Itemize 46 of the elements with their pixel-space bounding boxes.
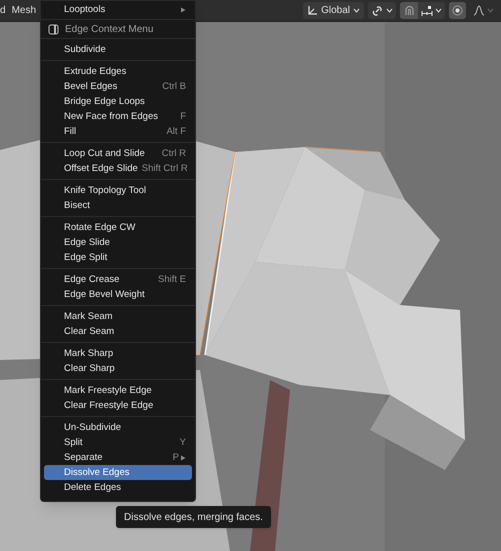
snap-increment-icon bbox=[421, 4, 433, 16]
menu-icon bbox=[48, 24, 59, 34]
menu-item[interactable]: Edge Bevel Weight bbox=[44, 287, 192, 302]
menu-item[interactable]: New Face from Edges F bbox=[44, 109, 192, 124]
menu-label[interactable]: d bbox=[0, 3, 6, 18]
proportional-edit-toggle[interactable] bbox=[449, 2, 466, 19]
menu-item[interactable]: Extrude Edges bbox=[44, 64, 192, 79]
menu-item[interactable]: Offset Edge Slide Shift Ctrl R bbox=[44, 161, 192, 176]
magnet-icon bbox=[404, 5, 414, 16]
menu-item[interactable]: Looptools bbox=[44, 2, 192, 17]
menu-item[interactable]: Un-Subdivide bbox=[44, 420, 192, 435]
menu-item[interactable]: Edge Slide bbox=[44, 235, 192, 250]
pivot-dropdown[interactable] bbox=[368, 2, 396, 19]
menu-item[interactable]: Mark Freestyle Edge bbox=[44, 383, 192, 398]
menu-item[interactable]: Mark Seam bbox=[44, 309, 192, 324]
menu-label[interactable]: Mesh bbox=[12, 3, 36, 18]
menu-item[interactable]: Rotate Edge CW bbox=[44, 220, 192, 235]
chevron-icon bbox=[487, 8, 494, 13]
menu-item[interactable]: Bridge Edge Loops bbox=[44, 94, 192, 109]
chevron-icon bbox=[435, 8, 442, 13]
menu-item[interactable]: Separate P bbox=[44, 450, 192, 465]
menu-item[interactable]: Mark Sharp bbox=[44, 346, 192, 361]
menu-item[interactable]: Edge Crease Shift E bbox=[44, 272, 192, 287]
menu-item[interactable]: Clear Freestyle Edge bbox=[44, 398, 192, 413]
menu-item[interactable]: Bisect bbox=[44, 198, 192, 213]
menu-item[interactable]: Edge Split bbox=[44, 250, 192, 265]
curve-icon bbox=[473, 5, 485, 16]
menu-title: Edge Context Menu bbox=[65, 22, 154, 36]
chevron-icon bbox=[353, 8, 360, 13]
menu-item[interactable]: Clear Seam bbox=[44, 324, 192, 339]
snap-toggle[interactable] bbox=[400, 2, 418, 19]
orientation-dropdown[interactable]: Global bbox=[303, 2, 364, 19]
menu-item[interactable]: Delete Edges bbox=[44, 480, 192, 495]
menu-item[interactable]: Subdivide bbox=[44, 42, 192, 57]
menu-item[interactable]: Bevel Edges Ctrl B bbox=[44, 79, 192, 94]
menu-item[interactable]: Split Y bbox=[44, 435, 192, 450]
axes-icon bbox=[307, 5, 318, 16]
menu-item[interactable]: Clear Sharp bbox=[44, 361, 192, 376]
menu-item[interactable]: Fill Alt F bbox=[44, 124, 192, 139]
menu-item[interactable]: Loop Cut and Slide Ctrl R bbox=[44, 146, 192, 161]
circle-dot-icon bbox=[452, 5, 463, 16]
menu-item[interactable]: Knife Topology Tool bbox=[44, 183, 192, 198]
tooltip: Dissolve edges, merging faces. bbox=[116, 506, 271, 528]
menu-item[interactable]: Dissolve Edges bbox=[44, 465, 192, 480]
link-icon bbox=[371, 4, 384, 16]
chevron-icon bbox=[386, 8, 393, 13]
